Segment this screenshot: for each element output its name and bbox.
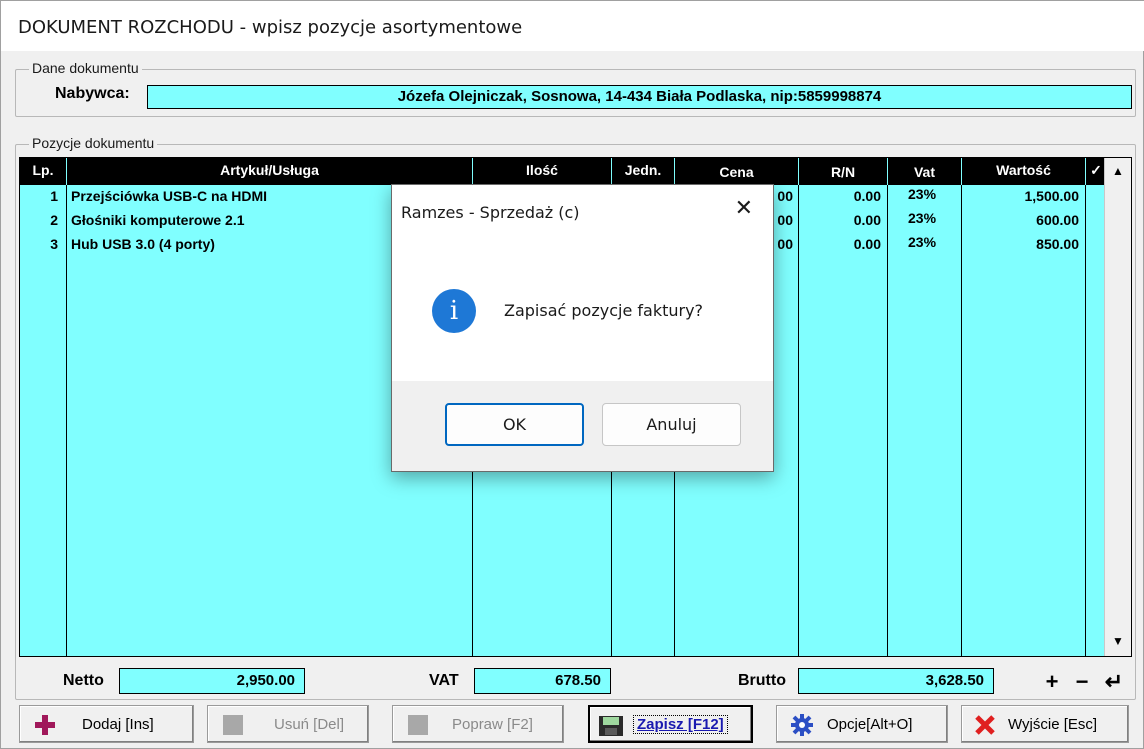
save-icon <box>599 716 623 736</box>
row-name: Głośniki komputerowe 2.1 <box>71 212 245 228</box>
confirm-dialog: Ramzes - Sprzedaż (c) ✕ i Zapisać pozycj… <box>391 184 774 472</box>
gear-icon <box>791 714 813 736</box>
brutto-label: Brutto <box>738 672 786 689</box>
brutto-value: 3,628.50 <box>798 668 994 694</box>
col-check[interactable]: ✓ <box>1086 158 1106 185</box>
row-wartosc: 1,500.00 <box>1024 188 1080 204</box>
row-vat: 23% <box>908 210 937 226</box>
nabywca-field[interactable]: Józefa Olejniczak, Sosnowa, 14-434 Biała… <box>147 85 1132 109</box>
row-vat: 23% <box>908 234 937 250</box>
blank-icon <box>223 715 243 735</box>
opcje-button[interactable]: Opcje[Alt+O] <box>776 705 948 743</box>
vat-label: VAT <box>429 672 459 689</box>
wyjscie-button[interactable]: Wyjście [Esc] <box>961 705 1129 743</box>
col-jedn[interactable]: Jedn. <box>612 158 675 185</box>
vat-value: 678.50 <box>474 668 611 694</box>
col-rn[interactable]: R/N <box>799 158 888 185</box>
zapisz-button[interactable]: Zapisz [F12] <box>588 705 753 743</box>
plus-icon <box>35 715 55 735</box>
row-rn: 0.00 <box>853 188 881 204</box>
dialog-message: Zapisać pozycje faktury? <box>504 301 704 320</box>
blank-icon <box>408 715 428 735</box>
row-rn: 0.00 <box>853 212 881 228</box>
usun-button[interactable]: Usuń [Del] <box>207 705 369 743</box>
popraw-button[interactable]: Popraw [F2] <box>392 705 564 743</box>
close-icon <box>975 715 995 735</box>
row-lp: 1 <box>50 188 58 204</box>
col-artykul[interactable]: Artykuł/Usługa <box>67 158 473 185</box>
nabywca-label: Nabywca: <box>55 85 130 102</box>
usun-label: Usuń [Del] <box>274 716 345 733</box>
row-name: Hub USB 3.0 (4 porty) <box>71 236 215 252</box>
grid-scrollbar[interactable]: ▲ ▼ <box>1104 158 1131 656</box>
col-vat[interactable]: Vat <box>888 158 962 185</box>
enter-icon[interactable]: ↵ <box>1101 669 1127 695</box>
dialog-footer: OK Anuluj <box>392 381 773 471</box>
row-lp: 3 <box>50 236 58 252</box>
dialog-title: Ramzes - Sprzedaż (c) <box>401 203 580 222</box>
zapisz-label: Zapisz [F12] <box>633 715 728 734</box>
row-wartosc: 850.00 <box>1036 236 1079 252</box>
plus-icon[interactable]: + <box>1039 669 1065 695</box>
minus-icon[interactable]: − <box>1069 669 1095 695</box>
col-wartosc[interactable]: Wartość <box>962 158 1086 185</box>
col-ilosc[interactable]: Ilość <box>473 158 612 185</box>
col-cena[interactable]: Cena <box>675 158 799 185</box>
pozycje-dokumentu-label: Pozycje dokumentu <box>29 135 158 151</box>
grid-header: Lp. Artykuł/Usługa Ilość Jedn. Cena R/N … <box>20 158 1106 185</box>
wyjscie-label: Wyjście [Esc] <box>1008 716 1098 733</box>
popraw-label: Popraw [F2] <box>452 716 533 733</box>
row-cena: 00 <box>777 188 793 204</box>
close-icon[interactable]: ✕ <box>735 196 753 221</box>
row-wartosc: 600.00 <box>1036 212 1079 228</box>
row-vat: 23% <box>908 186 937 202</box>
row-cena: 00 <box>777 236 793 252</box>
dodaj-button[interactable]: Dodaj [Ins] <box>19 705 194 743</box>
scroll-down-icon[interactable]: ▼ <box>1105 628 1131 654</box>
cancel-button[interactable]: Anuluj <box>602 403 741 446</box>
row-lp: 2 <box>50 212 58 228</box>
col-lp[interactable]: Lp. <box>20 158 67 185</box>
netto-value: 2,950.00 <box>119 668 305 694</box>
ok-button[interactable]: OK <box>445 403 584 446</box>
info-icon: i <box>432 289 476 333</box>
netto-label: Netto <box>63 672 104 689</box>
row-name: Przejściówka USB-C na HDMI <box>71 188 268 204</box>
dodaj-label: Dodaj [Ins] <box>82 716 154 733</box>
opcje-label: Opcje[Alt+O] <box>827 716 913 733</box>
row-cena: 00 <box>777 212 793 228</box>
scroll-up-icon[interactable]: ▲ <box>1105 158 1131 184</box>
row-rn: 0.00 <box>853 236 881 252</box>
dane-dokumentu-label: Dane dokumentu <box>29 60 142 76</box>
window-title: DOKUMENT ROZCHODU - wpisz pozycje asorty… <box>1 1 1144 51</box>
main-window: DOKUMENT ROZCHODU - wpisz pozycje asorty… <box>0 0 1144 749</box>
